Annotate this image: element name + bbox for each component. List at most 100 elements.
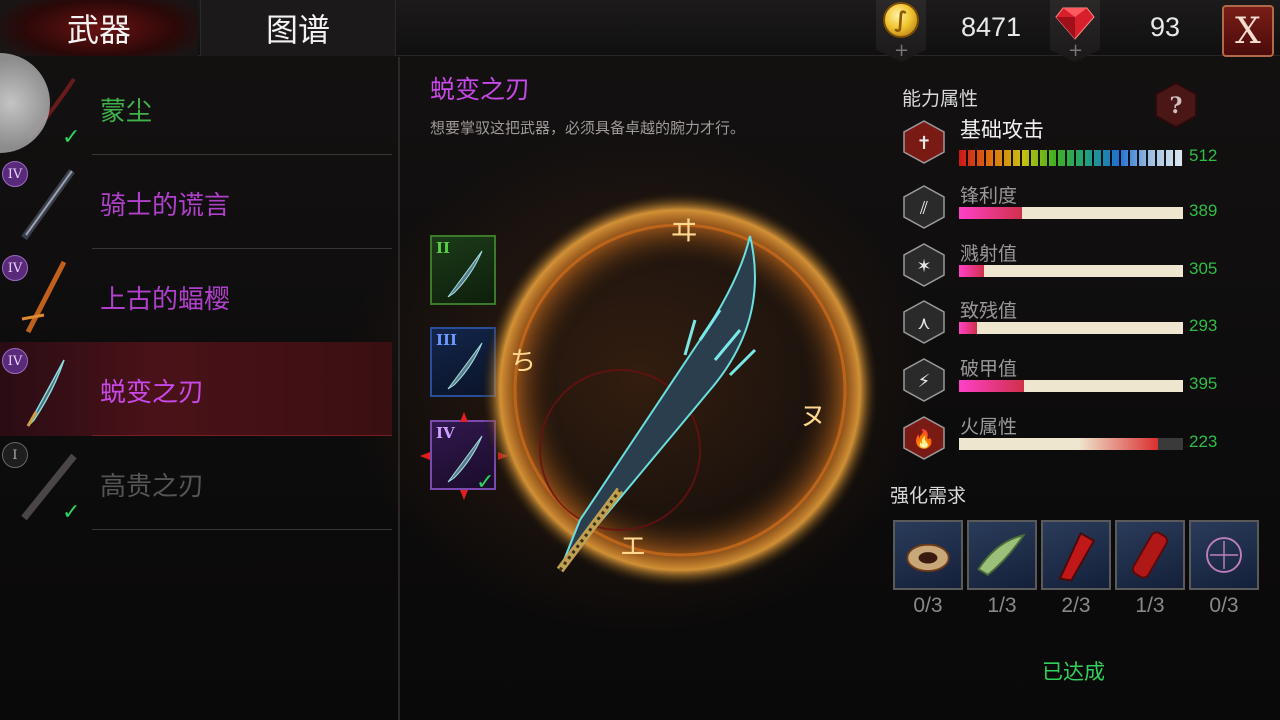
- splash-icon: ✶: [903, 243, 945, 287]
- stat-row: 🔥 火属性 223: [900, 416, 1230, 466]
- stat-row: ⋏ 致残值 293: [900, 300, 1230, 350]
- material-count: 0/3: [1209, 594, 1239, 617]
- stat-value: 395: [1189, 374, 1218, 393]
- close-button[interactable]: X: [1222, 5, 1274, 57]
- weapon-item-metamorph[interactable]: IV 蜕变之刃: [0, 342, 392, 436]
- weapon-thumb-icon: [21, 168, 75, 241]
- weapon-title: 蜕变之刃: [430, 75, 531, 104]
- weapon-showcase: ヰ ち ヌ エ: [480, 190, 880, 590]
- attack-icon: ✝: [903, 120, 945, 164]
- svg-text:⚡: ⚡: [918, 371, 931, 392]
- stat-bar-fill: [959, 438, 1159, 450]
- stat-label: 破甲值: [960, 358, 1018, 380]
- material-slot-dark-sigil[interactable]: [1189, 520, 1259, 590]
- gold-counter[interactable]: ∫ + 8471: [876, 0, 1046, 62]
- stat-bar-fill: [959, 322, 977, 334]
- fire-icon: 🔥: [903, 416, 945, 460]
- material-count: 0/3: [913, 594, 943, 617]
- gem-add-button[interactable]: +: [1050, 0, 1100, 62]
- material-slot-green-lizard[interactable]: [967, 520, 1037, 590]
- stat-value: 223: [1189, 432, 1218, 451]
- weapon-item-noble-blade[interactable]: I 高贵之刃 ✓: [0, 436, 392, 530]
- tab-atlas[interactable]: 图谱: [200, 0, 396, 56]
- gold-add-button[interactable]: ∫ +: [876, 0, 926, 62]
- weapon-item-mengchen[interactable]: 蒙尘 ✓: [0, 61, 392, 155]
- material-slot-red-arm[interactable]: [1041, 520, 1111, 590]
- weapon-name: 上古的蝠樱: [100, 285, 231, 315]
- requirement-status: 已达成: [1042, 660, 1105, 684]
- sharpness-icon: ⫽: [903, 185, 945, 229]
- top-bar: 武器 图谱 ∫ + 8471 + 93 X: [0, 0, 1280, 62]
- material-count: 1/3: [1135, 594, 1165, 617]
- svg-text:⋏: ⋏: [917, 313, 930, 334]
- stat-value: 293: [1189, 316, 1218, 335]
- stat-value: 305: [1189, 259, 1218, 278]
- stat-label: 致残值: [960, 300, 1018, 322]
- weapon-thumb-icon: [21, 260, 67, 334]
- armor-break-icon: ⚡: [903, 358, 945, 402]
- material-count: 1/3: [987, 594, 1017, 617]
- tab-weapons[interactable]: 武器: [0, 0, 198, 56]
- weapon-description: 想要掌驭这把武器，必须具备卓越的腕力才行。: [430, 119, 746, 137]
- stat-bar: [959, 438, 1183, 450]
- material-slot-red-vial[interactable]: [1115, 520, 1185, 590]
- red-arm-icon: [1058, 531, 1096, 582]
- panel-divider: [398, 57, 400, 720]
- stat-bar: [959, 207, 1183, 219]
- svg-text:ヌ: ヌ: [800, 402, 826, 432]
- material-count: 2/3: [1061, 594, 1091, 617]
- svg-text:ヰ: ヰ: [670, 214, 698, 247]
- material-slot-bone-bracelet[interactable]: [893, 520, 963, 590]
- weapon-item-ancient[interactable]: IV 上古的蝠樱: [0, 249, 392, 343]
- stat-row: ✝ 基础攻击 512: [900, 118, 1230, 170]
- weapon-thumb-icon: [26, 359, 65, 427]
- svg-text:✶: ✶: [916, 256, 931, 277]
- gem-counter[interactable]: + 93: [1050, 0, 1220, 62]
- attributes-heading: 能力属性: [902, 88, 979, 110]
- red-vial-icon: [1131, 531, 1169, 579]
- row-divider: [92, 529, 392, 530]
- weapon-name: 高贵之刃: [100, 472, 205, 502]
- stat-bar-fill: [959, 150, 1183, 166]
- stat-row: ⫽ 锋利度 389: [900, 185, 1230, 235]
- dark-sigil-icon: [1206, 537, 1242, 573]
- weapon-name: 蜕变之刃: [100, 378, 205, 408]
- weapon-name: 蒙尘: [100, 97, 153, 127]
- owned-check-icon: ✓: [62, 125, 81, 150]
- weapon-item-knights-lie[interactable]: IV 骑士的谎言: [0, 155, 392, 249]
- green-lizard-icon: [977, 533, 1026, 576]
- svg-text:エ: エ: [620, 532, 646, 562]
- stat-bar-fill: [959, 265, 984, 277]
- stat-bar: [959, 322, 1183, 334]
- stat-value: 512: [1189, 146, 1218, 165]
- stat-bar-fill: [959, 207, 1022, 219]
- weapon-list: 蒙尘 ✓ IV 骑士的谎言 IV 上古的蝠樱 IV 蜕变之刃 I 高贵之刃 ✓: [0, 53, 398, 720]
- plus-icon: +: [1068, 40, 1084, 61]
- gold-amount: 8471: [961, 12, 1022, 42]
- stat-value: 389: [1189, 201, 1218, 220]
- gold-coin-icon: ∫: [883, 2, 919, 38]
- ruby-gem-icon: [1055, 7, 1095, 40]
- bone-bracelet-icon: [906, 543, 950, 572]
- svg-text:?: ?: [1170, 93, 1183, 119]
- svg-text:✝: ✝: [916, 133, 931, 154]
- weapon-name: 骑士的谎言: [100, 191, 231, 221]
- svg-text:⫽: ⫽: [919, 198, 928, 219]
- stat-row: ⚡ 破甲值 395: [900, 358, 1230, 408]
- stat-label: 溅射值: [960, 243, 1018, 265]
- requirements-heading: 强化需求: [890, 485, 967, 507]
- stat-bar-fill: [959, 380, 1024, 392]
- cripple-icon: ⋏: [903, 300, 945, 344]
- stat-bar: [959, 150, 1183, 166]
- stat-bar: [959, 265, 1183, 277]
- stat-label: 基础攻击: [960, 118, 1044, 142]
- stat-label: 锋利度: [960, 185, 1018, 207]
- svg-text:ち: ち: [510, 347, 536, 377]
- plus-icon: +: [894, 40, 910, 61]
- gem-amount: 93: [1150, 12, 1181, 42]
- svg-text:🔥: 🔥: [913, 428, 935, 450]
- owned-check-icon: ✓: [62, 500, 81, 525]
- stat-label: 火属性: [960, 416, 1018, 438]
- stat-row: ✶ 溅射值 305: [900, 243, 1230, 293]
- stat-bar: [959, 380, 1183, 392]
